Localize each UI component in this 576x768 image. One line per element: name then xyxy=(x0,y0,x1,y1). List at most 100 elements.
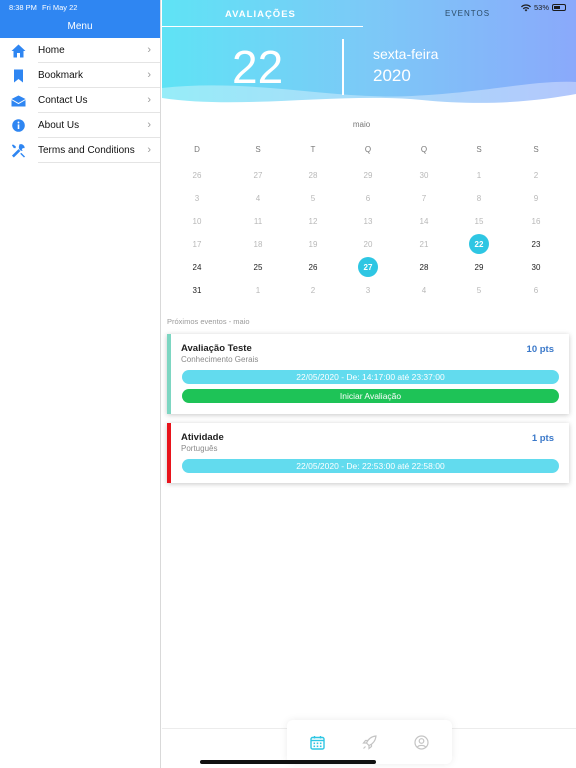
calendar-day[interactable]: 31 xyxy=(182,286,212,295)
start-evaluation-button[interactable]: Iniciar Avaliação xyxy=(182,389,559,403)
calendar-day[interactable]: 30 xyxy=(521,263,551,272)
sidebar-item-contact-us[interactable]: Contact Us › xyxy=(0,88,160,113)
sidebar-item-home[interactable]: Home › xyxy=(0,38,160,63)
calendar-day[interactable]: 27 xyxy=(243,171,273,180)
card-accent-bar xyxy=(167,334,171,414)
card-title: Atividade xyxy=(181,432,224,443)
user-circle-icon[interactable] xyxy=(413,734,429,750)
calendar-day[interactable]: 29 xyxy=(353,171,383,180)
bottom-tabbar xyxy=(287,720,452,764)
card-accent-bar xyxy=(167,423,171,483)
calendar-day[interactable]: 1 xyxy=(464,171,494,180)
calendar-day[interactable]: 2 xyxy=(521,171,551,180)
calendar-icon[interactable] xyxy=(309,734,325,750)
rocket-icon[interactable] xyxy=(361,734,377,750)
calendar-day[interactable]: 6 xyxy=(353,194,383,203)
home-indicator xyxy=(200,760,376,764)
calendar-day[interactable]: 21 xyxy=(409,240,439,249)
selected-year: 2020 xyxy=(373,66,411,85)
status-right: 53% xyxy=(520,3,566,12)
calendar-day[interactable]: 26 xyxy=(298,263,328,272)
bookmark-icon xyxy=(11,68,26,83)
calendar-month: maio xyxy=(352,120,371,129)
calendar-day[interactable]: 22 xyxy=(464,240,494,249)
status-time: 8:38 PM xyxy=(9,3,37,12)
calendar-day[interactable]: 25 xyxy=(243,263,273,272)
calendar-day[interactable]: 16 xyxy=(521,217,551,226)
envelope-icon xyxy=(11,93,26,108)
card-subtitle: Conhecimento Gerais xyxy=(181,355,259,364)
card-subtitle: Português xyxy=(181,444,218,453)
events-section-label: Próximos eventos - maio xyxy=(167,317,250,326)
info-icon xyxy=(11,118,26,133)
weekday-header: S xyxy=(476,145,482,154)
calendar-day[interactable]: 30 xyxy=(409,171,439,180)
sidebar-item-about-us[interactable]: About Us › xyxy=(0,113,160,138)
calendar-day[interactable]: 18 xyxy=(243,240,273,249)
sidebar-item-label: Home xyxy=(38,45,65,56)
card-schedule: 22/05/2020 - De: 14:17:00 até 23:37:00 xyxy=(182,370,559,384)
calendar-day[interactable]: 13 xyxy=(353,217,383,226)
calendar-day[interactable]: 29 xyxy=(464,263,494,272)
home-icon xyxy=(11,43,26,58)
header-divider xyxy=(342,39,344,95)
calendar-day[interactable]: 3 xyxy=(182,194,212,203)
calendar-day[interactable]: 23 xyxy=(521,240,551,249)
calendar-day[interactable]: 9 xyxy=(521,194,551,203)
calendar-day[interactable]: 8 xyxy=(464,194,494,203)
calendar-day[interactable]: 26 xyxy=(182,171,212,180)
calendar-day[interactable]: 12 xyxy=(298,217,328,226)
card-title: Avaliação Teste xyxy=(181,343,252,354)
calendar-day[interactable]: 28 xyxy=(409,263,439,272)
weekday-header: Q xyxy=(420,145,428,154)
battery-percent: 53% xyxy=(533,3,549,12)
calendar-day[interactable]: 28 xyxy=(298,171,328,180)
selected-weekday: sexta-feira xyxy=(373,46,439,62)
calendar-day[interactable]: 2 xyxy=(298,286,328,295)
sidebar-item-bookmark[interactable]: Bookmark › xyxy=(0,63,160,88)
calendar-day[interactable]: 7 xyxy=(409,194,439,203)
selected-day: 22 xyxy=(232,41,284,93)
calendar-day[interactable]: 5 xyxy=(464,286,494,295)
calendar-day[interactable]: 17 xyxy=(182,240,212,249)
weekday-header: S xyxy=(255,145,261,154)
chevron-right-icon: › xyxy=(147,44,151,56)
date-header: AVALIAÇÕES EVENTOS 22 sexta-feira 2020 xyxy=(162,0,576,112)
tab-active-indicator xyxy=(162,26,363,27)
weekday-header: T xyxy=(310,145,316,154)
calendar-day[interactable]: 1 xyxy=(243,286,273,295)
calendar-day[interactable]: 4 xyxy=(243,194,273,203)
status-bar: 8:38 PM Fri May 22 53% xyxy=(0,0,576,14)
calendar-day[interactable]: 4 xyxy=(409,286,439,295)
chevron-right-icon: › xyxy=(147,69,151,81)
calendar-day[interactable]: 19 xyxy=(298,240,328,249)
sidebar-item-terms[interactable]: Terms and Conditions › xyxy=(0,138,160,163)
weekday-header: Q xyxy=(364,145,372,154)
sidebar-item-label: Contact Us xyxy=(38,95,88,106)
battery-icon xyxy=(552,4,566,11)
sidebar-item-label: About Us xyxy=(38,120,80,131)
calendar-day[interactable]: 27 xyxy=(353,263,383,272)
divider xyxy=(38,162,160,163)
calendar-day[interactable]: 15 xyxy=(464,217,494,226)
calendar-day[interactable]: 6 xyxy=(521,286,551,295)
status-date: Fri May 22 xyxy=(42,3,78,12)
weekday-header: S xyxy=(533,145,539,154)
chevron-right-icon: › xyxy=(147,94,151,106)
header-wave xyxy=(162,81,576,112)
calendar-day[interactable]: 11 xyxy=(243,217,273,226)
event-card[interactable]: Avaliação Teste Conhecimento Gerais 10 p… xyxy=(167,334,569,414)
calendar-day[interactable]: 3 xyxy=(353,286,383,295)
calendar-day[interactable]: 10 xyxy=(182,217,212,226)
calendar-day[interactable]: 24 xyxy=(182,263,212,272)
sidebar: Menu Home › Bookmark › Contact Us › Abou… xyxy=(0,0,161,768)
card-schedule: 22/05/2020 - De: 22:53:00 até 22:58:00 xyxy=(182,459,559,473)
calendar-day[interactable]: 14 xyxy=(409,217,439,226)
calendar-day[interactable]: 20 xyxy=(353,240,383,249)
event-card[interactable]: Atividade Português 1 pts 22/05/2020 - D… xyxy=(167,423,569,483)
calendar-day[interactable]: 5 xyxy=(298,194,328,203)
chevron-right-icon: › xyxy=(147,144,151,156)
sidebar-item-label: Terms and Conditions xyxy=(38,145,135,156)
card-points: 1 pts xyxy=(531,433,554,444)
chevron-right-icon: › xyxy=(147,119,151,131)
